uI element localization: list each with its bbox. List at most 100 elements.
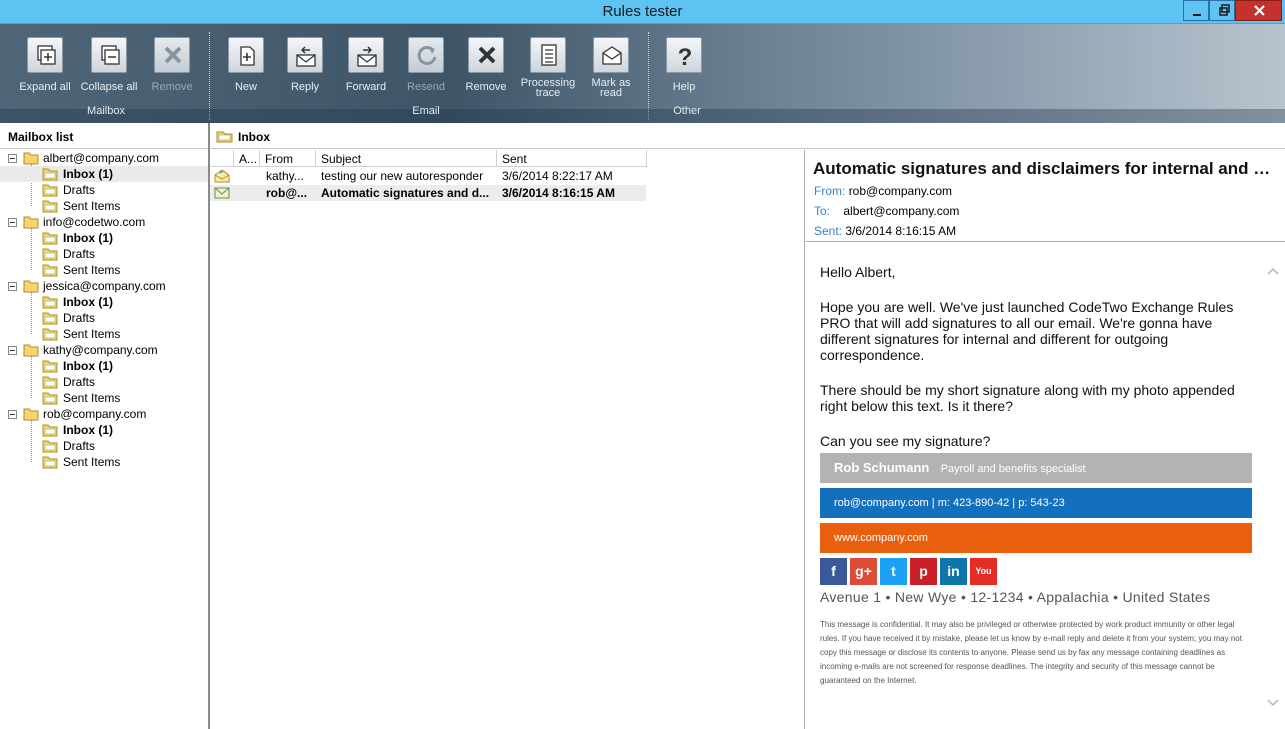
collapse-toggle-icon[interactable] bbox=[8, 154, 17, 163]
column-header-sent[interactable]: Sent bbox=[497, 150, 647, 167]
mark-read-icon bbox=[602, 46, 622, 65]
folder-name: Drafts bbox=[63, 439, 96, 453]
mark-as-read-button[interactable]: Mark as read bbox=[581, 35, 641, 105]
scroll-up-icon[interactable] bbox=[1266, 266, 1280, 276]
folder-item[interactable]: Sent Items bbox=[0, 326, 208, 342]
folder-item[interactable]: Sent Items bbox=[0, 262, 208, 278]
linkedin-icon[interactable]: in bbox=[940, 558, 967, 585]
message-subject: testing our new autoresponder bbox=[321, 169, 484, 183]
signature-website-bar[interactable]: www.company.com bbox=[820, 523, 1252, 553]
message-subject: Automatic signatures and d... bbox=[321, 186, 490, 200]
message-list: A... From Subject Sent kathy... testing … bbox=[210, 150, 804, 729]
twitter-icon[interactable]: t bbox=[880, 558, 907, 585]
folder-item[interactable]: Sent Items bbox=[0, 390, 208, 406]
preview-from: From: rob@company.com bbox=[814, 184, 953, 198]
title-bar: Rules tester bbox=[0, 0, 1285, 24]
youtube-icon[interactable]: You bbox=[970, 558, 997, 585]
reply-button[interactable]: Reply bbox=[275, 35, 335, 105]
column-header-subject[interactable]: Subject bbox=[316, 150, 497, 167]
folder-item[interactable]: Inbox (1) bbox=[0, 358, 208, 374]
mailbox-list-header: Mailbox list bbox=[0, 123, 208, 149]
help-button[interactable]: ? Help bbox=[654, 35, 714, 105]
collapse-all-icon bbox=[101, 45, 120, 65]
mailbox-list-pane: Mailbox list albert@company.com Inbox (1)… bbox=[0, 123, 208, 729]
folder-item[interactable]: Drafts bbox=[0, 374, 208, 390]
message-body: Hello Albert, Hope you are well. We've j… bbox=[820, 264, 1260, 468]
collapse-toggle-icon[interactable] bbox=[8, 346, 17, 355]
message-row[interactable]: kathy... testing our new autoresponder 3… bbox=[210, 168, 646, 184]
remove-email-button[interactable]: Remove bbox=[456, 35, 516, 105]
mailbox-group-label: Mailbox bbox=[87, 105, 125, 117]
minimize-button[interactable] bbox=[1183, 0, 1209, 21]
collapse-toggle-icon[interactable] bbox=[8, 410, 17, 419]
folder-name: Inbox (1) bbox=[63, 167, 113, 181]
folder-item[interactable]: Inbox (1) bbox=[0, 230, 208, 246]
resend-button[interactable]: Resend bbox=[396, 35, 456, 105]
reading-pane: Automatic signatures and disclaimers for… bbox=[806, 150, 1285, 729]
processing-trace-icon bbox=[541, 44, 557, 66]
close-icon bbox=[1254, 5, 1265, 16]
column-header-attachment[interactable]: A... bbox=[234, 150, 260, 167]
folder-name: Sent Items bbox=[63, 263, 121, 277]
folder-name: Inbox (1) bbox=[63, 423, 113, 437]
folder-title: Inbox bbox=[238, 130, 270, 144]
signature-name-bar: Rob Schumann Payroll and benefits specia… bbox=[820, 453, 1252, 483]
folder-item[interactable]: Inbox (1) bbox=[0, 166, 208, 182]
column-header-icon[interactable] bbox=[210, 150, 234, 167]
collapse-toggle-icon[interactable] bbox=[8, 282, 17, 291]
folder-item[interactable]: Sent Items bbox=[0, 198, 208, 214]
google-plus-icon[interactable]: g+ bbox=[850, 558, 877, 585]
forward-button[interactable]: Forward bbox=[336, 35, 396, 105]
folder-item[interactable]: Drafts bbox=[0, 246, 208, 262]
forward-icon bbox=[357, 46, 377, 67]
disclaimer-text: This message is confidential. It may als… bbox=[820, 620, 1242, 685]
window-title: Rules tester bbox=[602, 3, 683, 20]
scroll-down-icon[interactable] bbox=[1266, 698, 1280, 708]
mailbox-account-name: info@codetwo.com bbox=[43, 215, 146, 229]
ribbon-separator bbox=[648, 32, 649, 120]
preview-subject: Automatic signatures and disclaimers for… bbox=[813, 159, 1278, 178]
folder-name: Sent Items bbox=[63, 199, 121, 213]
collapse-all-button[interactable]: Collapse all bbox=[79, 35, 139, 105]
folder-name: Drafts bbox=[63, 375, 96, 389]
new-email-button[interactable]: New bbox=[216, 35, 276, 105]
restore-button[interactable] bbox=[1209, 0, 1235, 21]
folder-item[interactable]: Sent Items bbox=[0, 454, 208, 470]
folder-item[interactable]: Drafts bbox=[0, 438, 208, 454]
folder-name: Sent Items bbox=[63, 391, 121, 405]
folder-item[interactable]: Drafts bbox=[0, 310, 208, 326]
ribbon-toolbar: Expand all Collapse all Remove Mailbox N… bbox=[0, 24, 1285, 123]
pane-splitter[interactable] bbox=[804, 150, 805, 729]
read-email-icon bbox=[214, 169, 230, 183]
reply-icon bbox=[296, 46, 316, 67]
signature-address: Avenue 1 • New Wye • 12-1234 • Appalachi… bbox=[820, 589, 1211, 605]
body-paragraph: There should be my short signature along… bbox=[820, 382, 1235, 414]
message-row-selected[interactable]: rob@... Automatic signatures and d... 3/… bbox=[210, 185, 646, 201]
remove-icon bbox=[164, 46, 182, 64]
remove-mailbox-button[interactable]: Remove bbox=[142, 35, 202, 105]
remove-icon bbox=[478, 46, 496, 64]
pinterest-icon[interactable]: p bbox=[910, 558, 937, 585]
preview-sent: Sent: 3/6/2014 8:16:15 AM bbox=[814, 224, 957, 238]
message-sent: 3/6/2014 8:16:15 AM bbox=[502, 186, 615, 200]
other-group-label: Other bbox=[673, 105, 701, 117]
folder-icon bbox=[216, 131, 233, 143]
header-divider bbox=[806, 241, 1285, 242]
message-sent: 3/6/2014 8:22:17 AM bbox=[502, 169, 613, 183]
email-group-label: Email bbox=[412, 105, 440, 117]
column-header-from[interactable]: From bbox=[260, 150, 316, 167]
ribbon-separator bbox=[209, 32, 210, 120]
help-icon: ? bbox=[678, 44, 693, 71]
body-paragraph: Hope you are well. We've just launched C… bbox=[820, 299, 1234, 363]
folder-item[interactable]: Inbox (1) bbox=[0, 294, 208, 310]
facebook-icon[interactable]: f bbox=[820, 558, 847, 585]
collapse-toggle-icon[interactable] bbox=[8, 218, 17, 227]
processing-trace-button[interactable]: Processing trace bbox=[518, 35, 578, 105]
signature-name: Rob Schumann bbox=[834, 460, 930, 475]
folder-name: Sent Items bbox=[63, 455, 121, 469]
folder-item[interactable]: Inbox (1) bbox=[0, 422, 208, 438]
expand-all-button[interactable]: Expand all bbox=[15, 35, 75, 105]
close-window-button[interactable] bbox=[1235, 0, 1282, 21]
folder-item[interactable]: Drafts bbox=[0, 182, 208, 198]
folder-name: Inbox (1) bbox=[63, 231, 113, 245]
